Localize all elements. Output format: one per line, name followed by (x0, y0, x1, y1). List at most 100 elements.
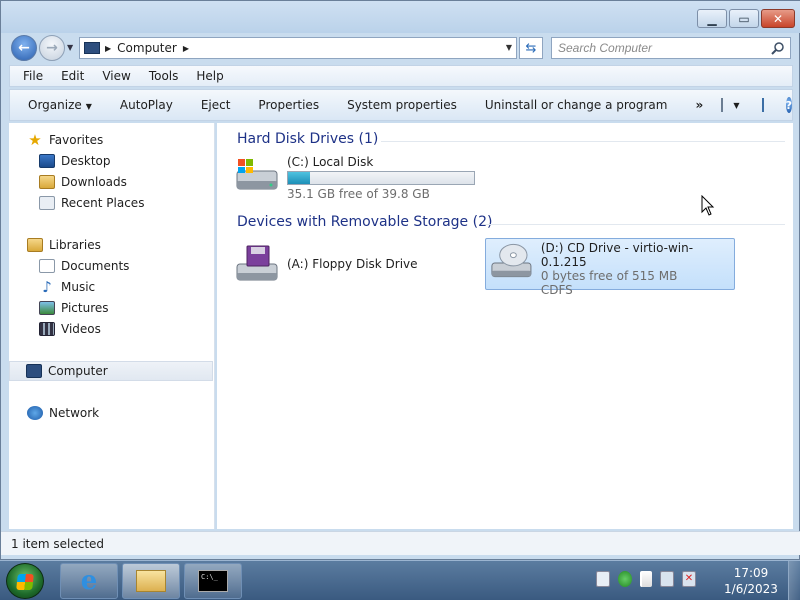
status-text: 1 item selected (11, 536, 105, 551)
menu-bar: File Edit View Tools Help (9, 65, 793, 87)
star-icon: ★ (28, 131, 42, 149)
start-button[interactable] (6, 563, 44, 599)
sidebar-item-music[interactable]: ♪ Music (39, 277, 95, 297)
sidebar-item-label: Libraries (49, 238, 101, 252)
drive-usage-fill (288, 172, 311, 184)
drive-free-space: 35.1 GB free of 39.8 GB (287, 187, 430, 201)
drive-free-space: 0 bytes free of 515 MB (540, 269, 678, 283)
computer-icon (84, 42, 100, 54)
action-center-doc-icon[interactable] (596, 571, 610, 587)
more-commands-button[interactable]: » (695, 98, 703, 112)
organize-button[interactable]: Organize ▼ (28, 98, 92, 112)
sidebar-item-recent-places[interactable]: Recent Places (39, 193, 144, 213)
preview-pane-icon[interactable] (761, 98, 764, 112)
forward-button[interactable]: → (39, 35, 65, 61)
menu-help[interactable]: Help (193, 69, 226, 83)
menu-tools[interactable]: Tools (146, 69, 182, 83)
sidebar-item-pictures[interactable]: Pictures (39, 298, 109, 318)
breadcrumb-arrow-icon[interactable]: ▶ (183, 44, 189, 53)
system-tray: ✕ (596, 571, 696, 587)
address-bar[interactable]: ▶ Computer ▶ ▼ (79, 37, 517, 59)
menu-view[interactable]: View (99, 69, 133, 83)
sidebar-item-label: Downloads (61, 175, 127, 189)
sidebar-item-label: Network (49, 406, 100, 420)
view-options-dropdown-icon[interactable]: ▼ (733, 101, 739, 110)
documents-icon (39, 259, 55, 273)
drive-d-cd-drive[interactable]: (D:) CD Drive - virtio-win-0.1.215 0 byt… (485, 238, 735, 297)
sidebar-item-network[interactable]: Network (27, 403, 99, 423)
command-prompt-icon: C:\_ (198, 570, 228, 592)
volume-muted-icon[interactable]: ✕ (682, 571, 696, 587)
drive-name: (D:) CD Drive - virtio-win-0.1.215 (540, 241, 694, 269)
help-icon[interactable]: ? (785, 97, 792, 113)
security-shield-icon[interactable] (618, 571, 632, 587)
command-bar: Organize ▼ AutoPlay Eject Properties Syst… (9, 89, 793, 121)
drive-filesystem: CDFS (540, 283, 573, 297)
taskbar-windows-explorer[interactable] (122, 563, 180, 599)
sidebar-item-favorites[interactable]: ★ Favorites (27, 130, 103, 150)
taskbar-command-prompt[interactable]: C:\_ (184, 563, 242, 599)
music-icon: ♪ (42, 278, 52, 296)
computer-icon (26, 364, 42, 378)
taskbar-internet-explorer[interactable]: e (60, 563, 118, 599)
autoplay-button[interactable]: AutoPlay (120, 98, 173, 112)
taskbar: e C:\_ ✕ 17:09 1/6/2023 (0, 560, 800, 600)
menu-file[interactable]: File (20, 69, 46, 83)
organize-label: Organize (28, 98, 82, 112)
drive-usage-bar (287, 171, 475, 185)
sidebar-item-computer[interactable]: Computer (9, 361, 213, 381)
maximize-button[interactable]: ▭ (729, 9, 759, 28)
explorer-window: ▁ ▭ ✕ ← → ▼ ▶ Computer ▶ ▼ ⇆ File Edit V… (0, 0, 800, 560)
network-icon (27, 406, 43, 420)
downloads-folder-icon (39, 175, 55, 189)
drive-a-floppy[interactable]: (A:) Floppy Disk Drive (233, 241, 418, 287)
drive-c-local-disk[interactable]: (C:) Local Disk 35.1 GB free of 39.8 GB (233, 155, 475, 201)
sidebar-item-downloads[interactable]: Downloads (39, 172, 127, 192)
sidebar-item-desktop[interactable]: Desktop (39, 151, 111, 171)
clock-time: 17:09 (733, 566, 769, 580)
search-input[interactable] (551, 37, 791, 59)
change-view-icon[interactable] (721, 98, 724, 112)
address-dropdown-icon[interactable]: ▼ (506, 43, 512, 52)
title-bar[interactable]: ▁ ▭ ✕ (1, 1, 800, 33)
address-row: ← → ▼ ▶ Computer ▶ ▼ ⇆ (1, 33, 800, 63)
sidebar-item-documents[interactable]: Documents (39, 256, 129, 276)
folder-icon (136, 570, 166, 592)
libraries-icon (27, 238, 43, 252)
eject-button[interactable]: Eject (201, 98, 231, 112)
drive-name: (A:) Floppy Disk Drive (287, 257, 418, 271)
group-header-removable-storage[interactable]: Devices with Removable Storage (2) (237, 214, 492, 230)
refresh-button[interactable]: ⇆ (519, 37, 543, 59)
sidebar-item-videos[interactable]: Videos (39, 319, 101, 339)
uninstall-program-button[interactable]: Uninstall or change a program (485, 98, 668, 112)
back-button[interactable]: ← (11, 35, 37, 61)
pictures-icon (39, 301, 55, 315)
sidebar-item-libraries[interactable]: Libraries (27, 235, 101, 255)
flag-icon[interactable] (640, 571, 652, 587)
search-icon[interactable] (771, 41, 785, 55)
status-bar: 1 item selected (1, 531, 800, 555)
group-header-hard-disk-drives[interactable]: Hard Disk Drives (1) (237, 131, 378, 147)
system-properties-button[interactable]: System properties (347, 98, 457, 112)
navigation-pane: ★ Favorites Desktop Downloads Recent Pla… (9, 123, 215, 529)
minimize-button[interactable]: ▁ (697, 9, 727, 28)
clock[interactable]: 17:09 1/6/2023 (718, 565, 784, 597)
sidebar-item-label: Pictures (61, 301, 109, 315)
recent-pages-dropdown-icon[interactable]: ▼ (67, 43, 73, 52)
videos-icon (39, 322, 55, 336)
content-pane: Hard Disk Drives (1) (C:) Local Disk 35.… (217, 123, 793, 529)
internet-explorer-icon: e (80, 566, 98, 596)
breadcrumb-arrow-icon[interactable]: ▶ (105, 44, 111, 53)
sidebar-item-label: Documents (61, 259, 130, 273)
breadcrumb-computer[interactable]: Computer (117, 41, 177, 55)
network-status-icon[interactable] (660, 571, 674, 587)
close-button[interactable]: ✕ (761, 9, 795, 28)
properties-button[interactable]: Properties (258, 98, 319, 112)
show-desktop-button[interactable] (788, 561, 800, 600)
menu-edit[interactable]: Edit (58, 69, 87, 83)
group-divider (485, 224, 785, 225)
cd-drive-icon (491, 243, 532, 278)
recent-places-icon (39, 196, 55, 210)
sidebar-item-label: Videos (61, 322, 101, 336)
hard-drive-icon (236, 159, 278, 190)
